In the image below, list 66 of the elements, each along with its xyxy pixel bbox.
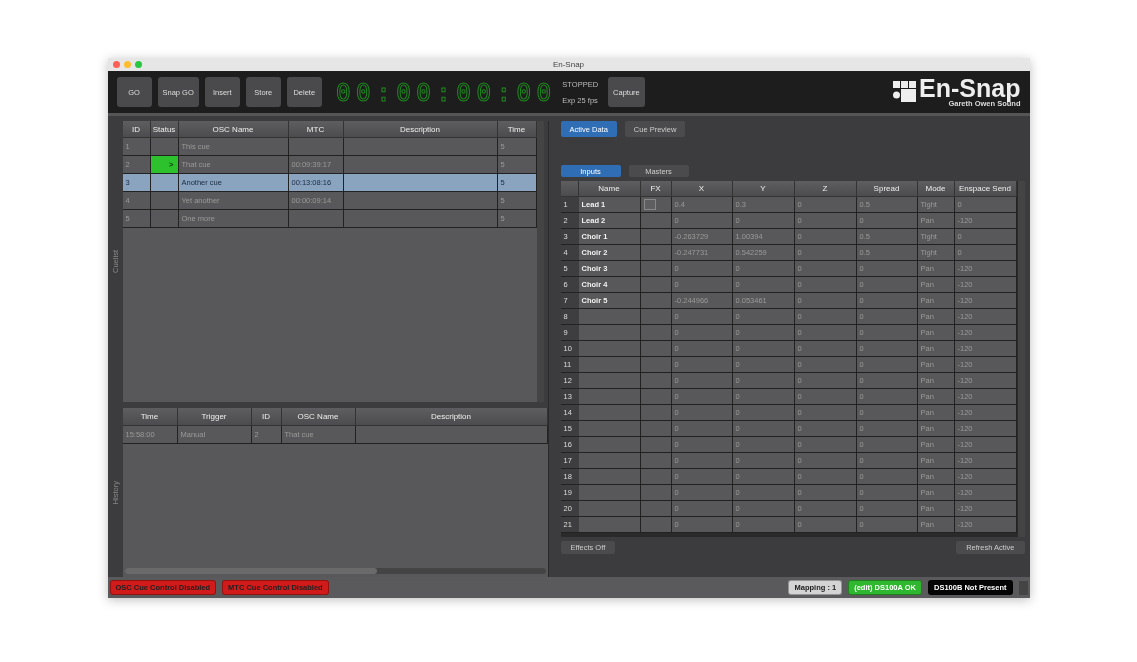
table-cell: [578, 469, 641, 485]
column-header[interactable]: Mode: [917, 181, 955, 197]
table-cell: [640, 437, 672, 453]
table-cell: [578, 453, 641, 469]
column-header[interactable]: Enspace Send: [954, 181, 1017, 197]
table-cell: [640, 485, 672, 501]
table-cell: [640, 309, 672, 325]
table-cell: [578, 485, 641, 501]
logo-icon: [893, 81, 918, 103]
table-cell: [640, 325, 672, 341]
column-header[interactable]: Description: [355, 407, 548, 426]
resize-grip[interactable]: [1018, 580, 1028, 595]
table-cell: [640, 357, 672, 373]
column-header[interactable]: X: [671, 181, 733, 197]
column-header[interactable]: Description: [343, 121, 498, 138]
table-cell: [640, 501, 672, 517]
table-cell: [578, 517, 641, 533]
column-header[interactable]: OSC Name: [281, 407, 356, 426]
column-header[interactable]: Spread: [856, 181, 918, 197]
table-cell: [578, 357, 641, 373]
table-cell: [640, 405, 672, 421]
timecode-display: 00:00:00:00: [335, 77, 557, 107]
table-cell: [288, 138, 344, 156]
table-cell: [640, 245, 672, 261]
corner-header: [560, 181, 579, 197]
scrollbar[interactable]: [124, 568, 546, 574]
table-cell: [578, 501, 641, 517]
fx-checkbox[interactable]: [643, 199, 656, 210]
table-cell: [578, 341, 641, 357]
table-cell: [578, 309, 641, 325]
column-header[interactable]: Status: [150, 121, 179, 138]
table-cell: [578, 405, 641, 421]
table-cell: [578, 389, 641, 405]
column-header[interactable]: Time: [122, 407, 178, 426]
column-header[interactable]: Name: [578, 181, 641, 197]
table-cell: [640, 341, 672, 357]
table-cell: [578, 373, 641, 389]
column-header[interactable]: Z: [794, 181, 857, 197]
scrollbar[interactable]: [1017, 181, 1025, 537]
table-cell: [640, 293, 672, 309]
column-header[interactable]: MTC: [288, 121, 344, 138]
column-header[interactable]: Y: [732, 181, 795, 197]
table-cell: [640, 389, 672, 405]
table-cell: [640, 421, 672, 437]
table-cell: [288, 210, 344, 228]
window-title: En-Snap: [552, 60, 585, 69]
table-cell: [640, 261, 672, 277]
column-header[interactable]: Time: [497, 121, 537, 138]
column-header[interactable]: ID: [251, 407, 282, 426]
table-cell: [578, 325, 641, 341]
close-button[interactable]: [112, 61, 120, 68]
table-cell: [640, 229, 672, 245]
table-cell: [640, 277, 672, 293]
zoom-button[interactable]: [134, 61, 142, 68]
column-header[interactable]: OSC Name: [178, 121, 289, 138]
table-cell: [578, 437, 641, 453]
column-header[interactable]: FX: [640, 181, 672, 197]
column-header[interactable]: ID: [122, 121, 151, 138]
table-cell: [640, 453, 672, 469]
table-cell: [640, 517, 672, 533]
table-cell: [640, 469, 672, 485]
column-header[interactable]: Trigger: [177, 407, 252, 426]
table-cell: [640, 373, 672, 389]
scrollbar[interactable]: [536, 121, 544, 402]
minimize-button[interactable]: [123, 61, 131, 68]
table-cell: [578, 421, 641, 437]
